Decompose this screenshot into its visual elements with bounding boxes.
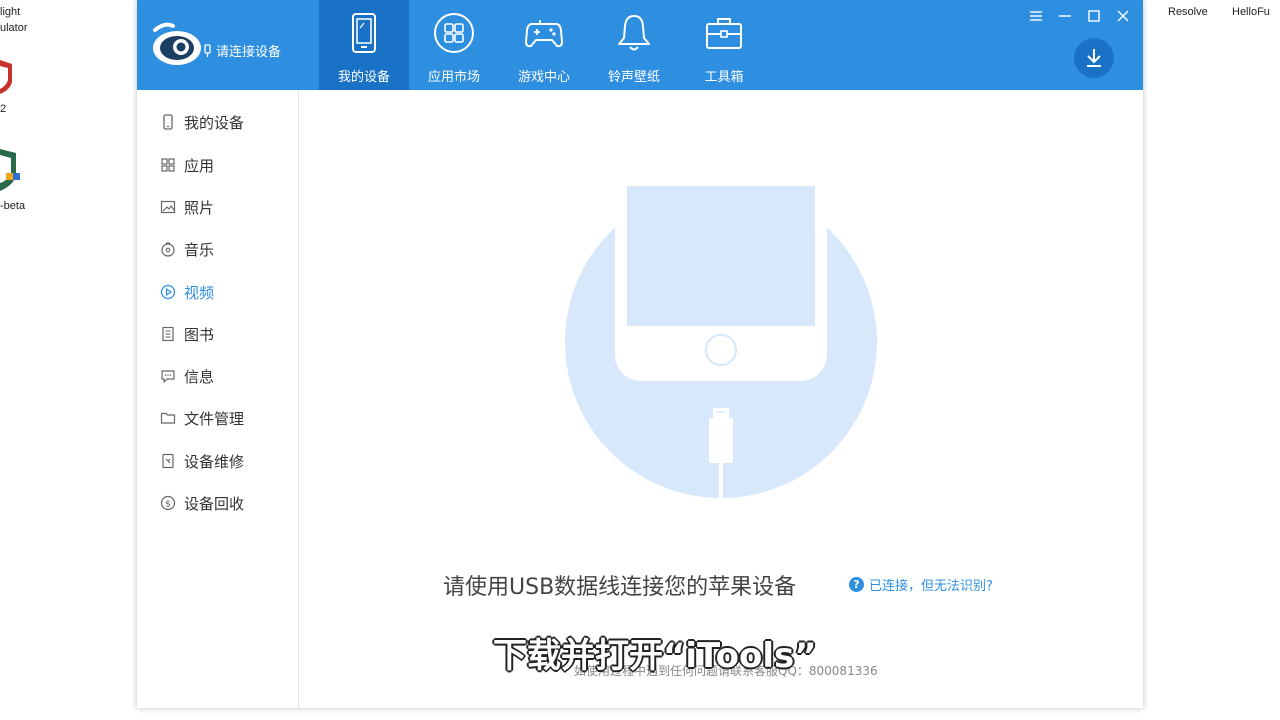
tab-label: 游戏中心 [517, 70, 570, 85]
tab-ringtone-wallpaper[interactable]: 铃声壁纸 [589, 0, 679, 90]
connect-device-illustration [565, 186, 877, 498]
book-icon [162, 326, 174, 342]
shield-icon[interactable] [0, 56, 14, 96]
shield-icon[interactable] [0, 145, 20, 195]
desktop-icon-label[interactable]: HelloFu [1232, 6, 1270, 18]
main-content: 请使用USB数据线连接您的苹果设备 ? 已连接，但无法识别? 如使用过程中遇到任… [299, 90, 1143, 708]
download-button[interactable] [1074, 38, 1114, 78]
grid-icon [434, 13, 474, 53]
maximize-icon[interactable] [1086, 8, 1102, 24]
help-icon: ? [849, 577, 864, 592]
sidebar-item-messages[interactable]: 信息 [160, 364, 214, 388]
sidebar-item-label: 设备维修 [184, 452, 245, 471]
sidebar-item-label: 视频 [184, 283, 215, 302]
tab-app-market[interactable]: 应用市场 [409, 0, 499, 90]
sidebar-item-file-manager[interactable]: 文件管理 [160, 406, 244, 430]
sidebar-item-label: 信息 [184, 367, 215, 386]
tab-label: 工具箱 [704, 70, 744, 85]
desktop-icon-label[interactable]: ulator [0, 22, 28, 34]
sidebar-item-label: 应用 [184, 156, 215, 175]
help-link-label: 已连接，但无法识别? [869, 579, 993, 594]
sidebar-item-music[interactable]: 音乐 [160, 237, 214, 261]
sidebar-item-label: 我的设备 [184, 113, 245, 132]
sidebar-item-video[interactable]: 视频 [160, 280, 214, 304]
sidebar-item-my-device[interactable]: 我的设备 [160, 110, 244, 134]
itools-logo [153, 22, 201, 65]
cannot-recognize-link[interactable]: ? 已连接，但无法识别? [849, 575, 993, 594]
gamepad-icon [524, 20, 564, 48]
sidebar: 我的设备 应用 照片 音乐 视频 图书 信息 文件管理 设备维修 $ 设备回收 [137, 90, 299, 708]
close-icon[interactable] [1115, 8, 1131, 24]
phone-icon [352, 13, 376, 53]
minimize-icon[interactable] [1057, 8, 1073, 24]
itools-window: 请连接设备 我的设备 应用市场 游戏中心 铃声壁纸 工具箱 我的设备 应用 照片… [137, 0, 1143, 708]
message-icon [161, 370, 175, 383]
toolbox-icon [706, 18, 742, 49]
video-subtitle: 下载并打开“iTools” [493, 636, 817, 676]
download-icon [1087, 49, 1101, 67]
bell-icon [618, 15, 650, 51]
menu-icon[interactable] [1028, 8, 1044, 24]
device-icon [163, 114, 173, 130]
desktop-icon-label[interactable]: -beta [0, 200, 25, 212]
svg-text:$: $ [165, 500, 171, 510]
folder-icon [160, 412, 176, 424]
apps-icon [161, 158, 175, 172]
tab-label: 我的设备 [337, 70, 390, 85]
tab-label: 铃声壁纸 [607, 70, 660, 85]
window-controls [1028, 8, 1131, 24]
tab-label: 应用市场 [427, 70, 480, 85]
tab-toolbox[interactable]: 工具箱 [679, 0, 769, 90]
connect-prompt: 请使用USB数据线连接您的苹果设备 [443, 575, 797, 600]
connect-status[interactable]: 请连接设备 [202, 41, 281, 60]
sidebar-item-label: 照片 [184, 198, 215, 217]
music-icon [161, 242, 175, 257]
connect-label: 请连接设备 [216, 45, 282, 60]
sidebar-item-label: 图书 [184, 325, 215, 344]
desktop-icon-label[interactable]: Resolve [1168, 6, 1208, 18]
sidebar-item-label: 文件管理 [184, 409, 245, 428]
main-tabs: 我的设备 应用市场 游戏中心 铃声壁纸 工具箱 [319, 0, 769, 90]
plug-icon [204, 43, 211, 57]
tab-my-device[interactable]: 我的设备 [319, 0, 409, 90]
sidebar-item-label: 音乐 [184, 240, 215, 259]
sidebar-item-apps[interactable]: 应用 [160, 153, 214, 177]
repair-icon [162, 453, 174, 469]
tab-game-center[interactable]: 游戏中心 [499, 0, 589, 90]
sidebar-item-label: 设备回收 [184, 494, 245, 513]
top-navigation-bar: 请连接设备 我的设备 应用市场 游戏中心 铃声壁纸 工具箱 [137, 0, 1143, 90]
desktop-icon-label[interactable]: 2 [0, 103, 6, 115]
video-icon [160, 284, 176, 300]
recycle-icon: $ [160, 495, 176, 511]
sidebar-item-photos[interactable]: 照片 [160, 195, 214, 219]
sidebar-item-device-recycle[interactable]: $ 设备回收 [160, 491, 244, 515]
desktop-icon-label[interactable]: light [0, 6, 20, 18]
sidebar-item-device-repair[interactable]: 设备维修 [160, 449, 244, 473]
photo-icon [160, 200, 176, 214]
sidebar-item-books[interactable]: 图书 [160, 322, 214, 346]
